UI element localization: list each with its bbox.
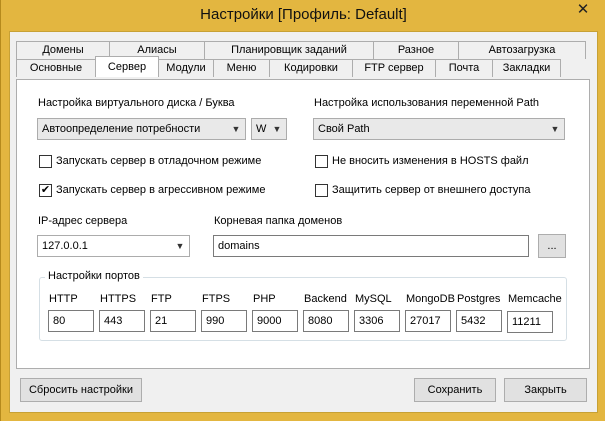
tab-encodings[interactable]: Кодировки (269, 59, 353, 77)
close-button[interactable]: Закрыть (504, 378, 587, 402)
ip-label: IP-адрес сервера (38, 215, 128, 227)
debug-mode-label: Запускать сервер в отладочном режиме (56, 155, 262, 167)
browse-button[interactable]: ... (538, 234, 566, 258)
tab-general[interactable]: Основные (16, 59, 96, 77)
path-combo[interactable]: Свой Path ▼ (313, 118, 565, 140)
port-input-https[interactable]: 443 (99, 310, 145, 332)
ip-combo[interactable]: 127.0.0.1 ▼ (37, 235, 190, 257)
tab-autostart[interactable]: Автозагрузка (458, 41, 586, 59)
domains-folder-input[interactable]: domains (213, 235, 529, 257)
port-label-https: HTTPS (100, 293, 137, 305)
disk-combo[interactable]: Автоопределение потребности ▼ (37, 118, 246, 140)
port-label-backend: Backend (304, 293, 347, 305)
chevron-down-icon: ▼ (272, 124, 282, 134)
port-label-memcache: Memcache (508, 293, 562, 305)
tab-mail[interactable]: Почта (435, 59, 493, 77)
port-label-mongodb: MongoDB (406, 293, 455, 305)
reset-settings-button[interactable]: Сбросить настройки (20, 378, 142, 402)
debug-mode-checkbox[interactable] (39, 155, 52, 168)
aggressive-mode-label: Запускать сервер в агрессивном режиме (56, 184, 266, 196)
tab-row-front: Основные Сервер Модули Меню Кодировки FT… (16, 56, 561, 77)
tab-ftp-server[interactable]: FTP сервер (352, 59, 436, 77)
port-input-mongodb[interactable]: 27017 (405, 310, 451, 332)
port-label-ftp: FTP (151, 293, 172, 305)
port-label-http: HTTP (49, 293, 78, 305)
tab-menu[interactable]: Меню (213, 59, 270, 77)
port-label-postgres: Postgres (457, 293, 501, 305)
window-title: Настройки [Профиль: Default] (200, 6, 407, 23)
tab-scheduler[interactable]: Планировщик заданий (204, 41, 374, 59)
port-input-backend[interactable]: 8080 (303, 310, 349, 332)
hosts-label: Не вносить изменения в HOSTS файл (332, 155, 529, 167)
close-icon[interactable]: ✕ (561, 0, 605, 20)
settings-window: Настройки [Профиль: Default] ✕ Домены Ал… (0, 0, 605, 421)
save-button[interactable]: Сохранить (414, 378, 496, 402)
chevron-down-icon: ▼ (175, 241, 185, 251)
tab-server[interactable]: Сервер (95, 56, 159, 77)
path-combo-value: Свой Path (318, 123, 370, 135)
ip-combo-value: 127.0.0.1 (42, 240, 88, 252)
disk-label: Настройка виртуального диска / Буква (38, 97, 235, 109)
drive-letter-combo[interactable]: W ▼ (251, 118, 287, 140)
tab-modules[interactable]: Модули (158, 59, 214, 77)
port-input-postgres[interactable]: 5432 (456, 310, 502, 332)
protect-label: Защитить сервер от внешнего доступа (332, 184, 531, 196)
tab-bookmarks[interactable]: Закладки (492, 59, 561, 77)
chevron-down-icon: ▼ (231, 124, 241, 134)
port-input-ftp[interactable]: 21 (150, 310, 196, 332)
port-label-php: PHP (253, 293, 276, 305)
port-label-mysql: MySQL (355, 293, 392, 305)
port-input-memcache[interactable]: 11211 (507, 311, 553, 333)
port-label-ftps: FTPS (202, 293, 231, 305)
port-input-mysql[interactable]: 3306 (354, 310, 400, 332)
port-input-ftps[interactable]: 990 (201, 310, 247, 332)
aggressive-mode-checkbox[interactable]: ✔ (39, 184, 52, 197)
protect-checkbox[interactable] (315, 184, 328, 197)
chevron-down-icon: ▼ (550, 124, 560, 134)
ports-group-title: Настройки портов (45, 270, 143, 282)
tab-misc[interactable]: Разное (373, 41, 459, 59)
port-input-php[interactable]: 9000 (252, 310, 298, 332)
port-input-http[interactable]: 80 (48, 310, 94, 332)
disk-combo-value: Автоопределение потребности (42, 123, 201, 135)
dialog-body: Домены Алиасы Планировщик заданий Разное… (9, 31, 598, 413)
path-label: Настройка использования переменной Path (314, 97, 540, 109)
domains-label: Корневая папка доменов (214, 215, 343, 227)
drive-letter-value: W (256, 123, 267, 135)
hosts-checkbox[interactable] (315, 155, 328, 168)
